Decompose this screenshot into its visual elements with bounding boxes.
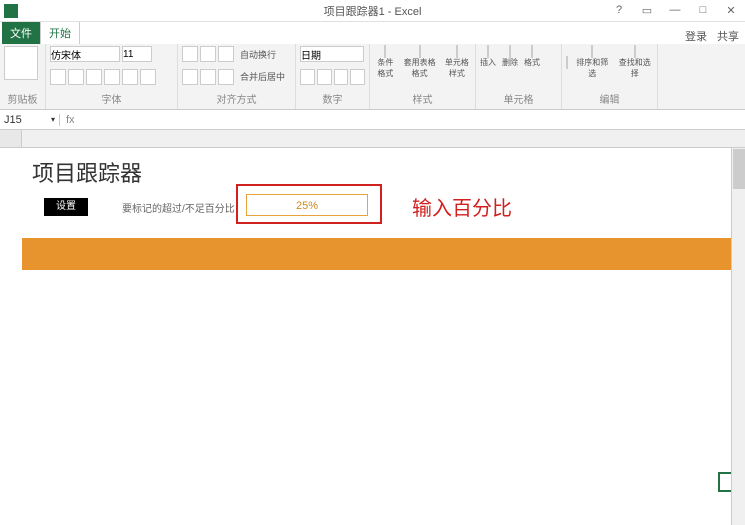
signin-link[interactable]: 登录	[685, 28, 707, 44]
annotation-box	[236, 184, 382, 224]
dec-decimal-button[interactable]	[350, 69, 365, 85]
group-number-label: 数字	[300, 91, 365, 107]
ribbon: 剪贴板 字体 自动换行 合并后居中 对齐方式	[0, 44, 745, 110]
help-icon[interactable]: ?	[605, 4, 633, 17]
group-align-label: 对齐方式	[182, 91, 291, 107]
window-controls: ? ▭ ― □ ✕	[605, 4, 745, 17]
settings-button[interactable]: 设置	[44, 198, 88, 216]
ribbon-options-icon[interactable]: ▭	[633, 4, 661, 17]
maximize-icon[interactable]: □	[689, 4, 717, 17]
border-button[interactable]	[104, 69, 120, 85]
close-icon[interactable]: ✕	[717, 4, 745, 17]
fx-icon[interactable]: fx	[60, 114, 81, 126]
font-name-select[interactable]	[50, 46, 120, 62]
ribbon-tabs: 文件 开始 登录 共享	[0, 22, 745, 44]
number-format-select[interactable]	[300, 46, 364, 62]
align-top-button[interactable]	[182, 46, 198, 62]
flag-label: 要标记的超过/不足百分比：	[122, 200, 245, 215]
align-left-button[interactable]	[182, 69, 198, 85]
chevron-down-icon[interactable]: ▾	[51, 115, 55, 124]
paste-button[interactable]	[4, 46, 38, 80]
table-header-row	[22, 238, 745, 270]
title-bar: 项目跟踪器1 - Excel ? ▭ ― □ ✕	[0, 0, 745, 22]
vertical-scrollbar[interactable]	[731, 148, 745, 525]
merge-button[interactable]: 合并后居中	[240, 70, 285, 83]
autosum-button[interactable]	[566, 56, 568, 69]
column-headers	[0, 130, 745, 148]
excel-icon	[4, 4, 18, 18]
window-title: 项目跟踪器1 - Excel	[324, 3, 422, 19]
fill-color-button[interactable]	[122, 69, 138, 85]
wrap-text-button[interactable]: 自动换行	[240, 48, 276, 61]
comma-button[interactable]	[317, 69, 332, 85]
group-editing-label: 编辑	[566, 91, 653, 107]
tab-file[interactable]: 文件	[2, 22, 40, 44]
group-clipboard-label: 剪贴板	[4, 91, 41, 107]
formula-bar: J15▾ fx	[0, 110, 745, 130]
name-box[interactable]: J15▾	[0, 114, 60, 126]
align-bot-button[interactable]	[218, 46, 234, 62]
group-font-label: 字体	[50, 91, 173, 107]
group-styles-label: 样式	[374, 91, 471, 107]
worksheet: 项目跟踪器 设置 要标记的超过/不足百分比： 25% 输入百分比	[0, 130, 745, 525]
share-link[interactable]: 共享	[717, 28, 739, 44]
group-cells-label: 单元格	[480, 91, 557, 107]
scrollbar-thumb[interactable]	[733, 149, 745, 189]
project-table	[22, 238, 745, 270]
align-center-button[interactable]	[200, 69, 216, 85]
bold-button[interactable]	[50, 69, 66, 85]
percent-button[interactable]	[300, 69, 315, 85]
font-color-button[interactable]	[140, 69, 156, 85]
sheet-title: 项目跟踪器	[32, 156, 142, 188]
italic-button[interactable]	[68, 69, 84, 85]
font-size-select[interactable]	[122, 46, 152, 62]
minimize-icon[interactable]: ―	[661, 4, 689, 17]
annotation-text: 输入百分比	[412, 192, 512, 221]
align-mid-button[interactable]	[200, 46, 216, 62]
align-right-button[interactable]	[218, 69, 234, 85]
tab-开始[interactable]: 开始	[40, 21, 80, 44]
underline-button[interactable]	[86, 69, 102, 85]
select-all-button[interactable]	[0, 130, 22, 147]
inc-decimal-button[interactable]	[334, 69, 349, 85]
